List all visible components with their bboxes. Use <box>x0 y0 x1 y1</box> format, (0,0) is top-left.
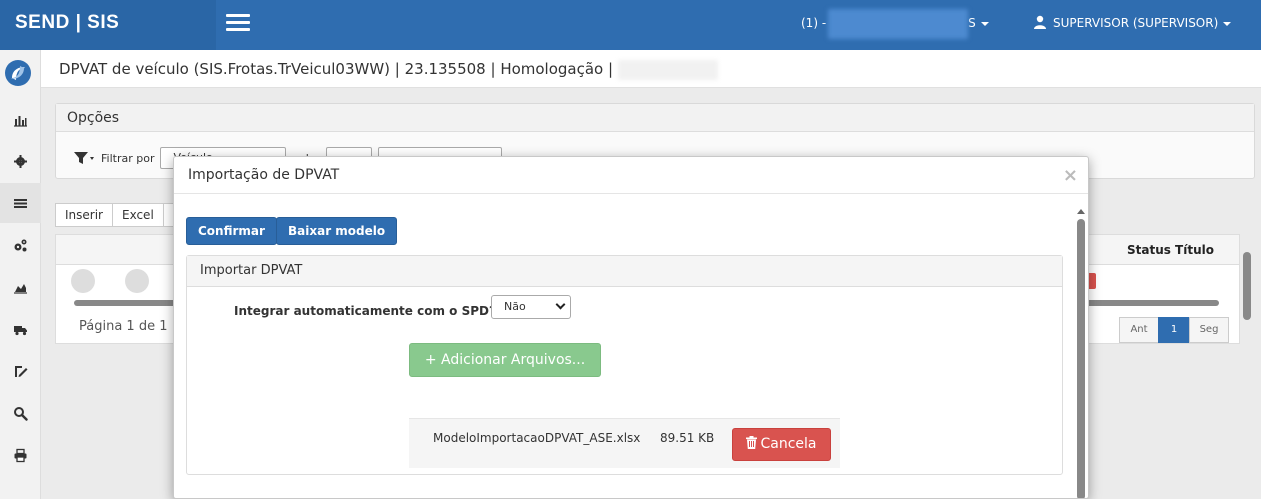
app-brand[interactable]: SEND | SIS <box>0 0 216 50</box>
chevron-down-icon <box>1223 21 1232 26</box>
user-menu[interactable]: SUPERVISOR (SUPERVISOR) <box>1033 0 1232 50</box>
cancel-label: Cancela <box>760 436 817 452</box>
cancel-upload-button[interactable]: Cancela <box>732 428 831 461</box>
import-panel: Importar DPVAT Integrar automaticamente … <box>186 255 1063 475</box>
org-name-redacted <box>828 8 969 39</box>
file-list-item: ModeloImportacaoDPVAT_ASE.xlsx 89.51 KB … <box>409 418 840 468</box>
user-label: SUPERVISOR (SUPERVISOR) <box>1053 16 1219 30</box>
modal-vertical-scrollbar[interactable] <box>1076 209 1086 498</box>
confirm-button[interactable]: Confirmar <box>186 217 277 245</box>
chevron-down-icon <box>555 299 566 310</box>
hamburger-menu-icon[interactable] <box>226 14 250 32</box>
file-name: ModeloImportacaoDPVAT_ASE.xlsx <box>433 431 641 445</box>
chevron-down-icon <box>980 21 989 26</box>
download-template-button[interactable]: Baixar modelo <box>276 217 398 245</box>
user-icon <box>1034 15 1046 29</box>
modal-title: Importação de DPVAT <box>188 167 340 183</box>
org-suffix: S <box>968 16 976 30</box>
organization-selector[interactable]: (1) - S <box>801 0 989 50</box>
trash-icon <box>746 436 758 449</box>
close-icon[interactable]: × <box>1063 167 1078 185</box>
integrate-spd-label: Integrar automaticamente com o SPD? <box>234 304 496 318</box>
org-prefix: (1) - <box>801 16 827 30</box>
integrate-spd-value: Não <box>504 300 526 313</box>
integrate-spd-select[interactable]: Não <box>491 295 571 319</box>
top-navbar: SEND | SIS (1) - S SUPERVISOR (SUPERVISOR… <box>0 0 1261 50</box>
modal-header: Importação de DPVAT × <box>174 157 1088 194</box>
add-files-button[interactable]: + Adicionar Arquivos... <box>409 343 601 377</box>
panel-title: Importar DPVAT <box>187 256 1062 287</box>
import-dpvat-modal: Importação de DPVAT × Confirmar Baixar m… <box>173 156 1089 499</box>
file-size: 89.51 KB <box>660 431 715 445</box>
